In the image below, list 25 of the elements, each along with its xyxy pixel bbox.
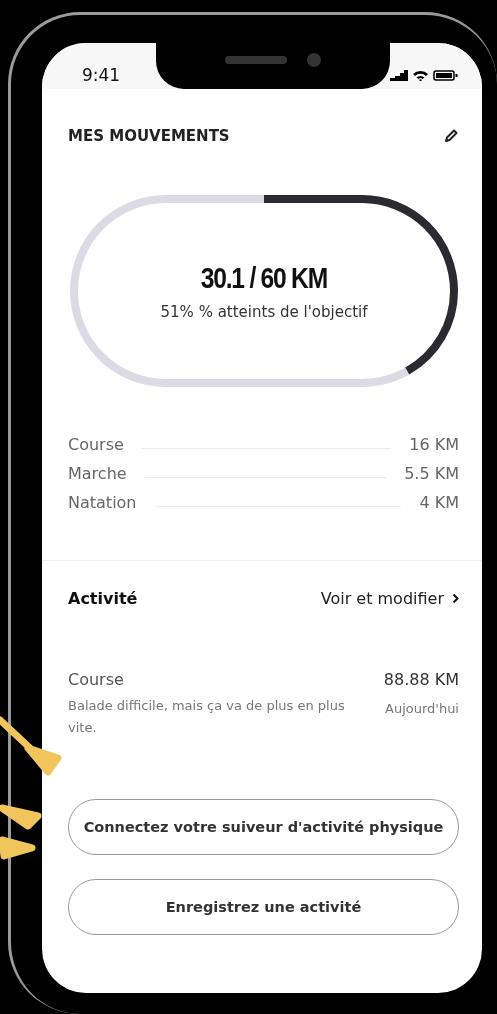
- pencil-icon[interactable]: [443, 128, 459, 144]
- wifi-icon: [413, 70, 428, 81]
- camera-icon: [307, 53, 321, 67]
- activity-note: Balade difficile, mais ça va de plus en plus vite.: [68, 697, 346, 737]
- battery-icon: [433, 70, 458, 81]
- pill-button[interactable]: Connectez votre suiveur d'activité physique: [68, 799, 459, 855]
- chevron-right-icon: [452, 593, 459, 604]
- section-title: MES MOUVEMENTS: [68, 127, 230, 145]
- goal-value: 30.1 / 60 KM: [200, 261, 328, 295]
- row-label: Marche: [68, 464, 127, 483]
- activity-distance: 88.88 KM: [383, 670, 459, 689]
- row-value: 16 KM: [409, 435, 459, 454]
- row-value: 5.5 KM: [404, 464, 459, 483]
- activity-date: Aujourd'hui: [384, 701, 459, 716]
- signal-icon: [390, 70, 408, 81]
- activity-name: Course: [68, 670, 125, 689]
- speaker-icon: [225, 56, 287, 64]
- row-value: 4 KM: [419, 493, 459, 512]
- row-label: Natation: [68, 493, 137, 512]
- goal-caption: 51% % atteints de l'objectif: [160, 303, 368, 321]
- section-title: Activité: [68, 589, 138, 608]
- pill-button[interactable]: Enregistrez une activité: [68, 879, 459, 935]
- row-label: Course: [68, 435, 124, 454]
- clock-time: 9:41: [82, 65, 121, 85]
- view-edit-link[interactable]: Voir et modifier: [320, 589, 459, 608]
